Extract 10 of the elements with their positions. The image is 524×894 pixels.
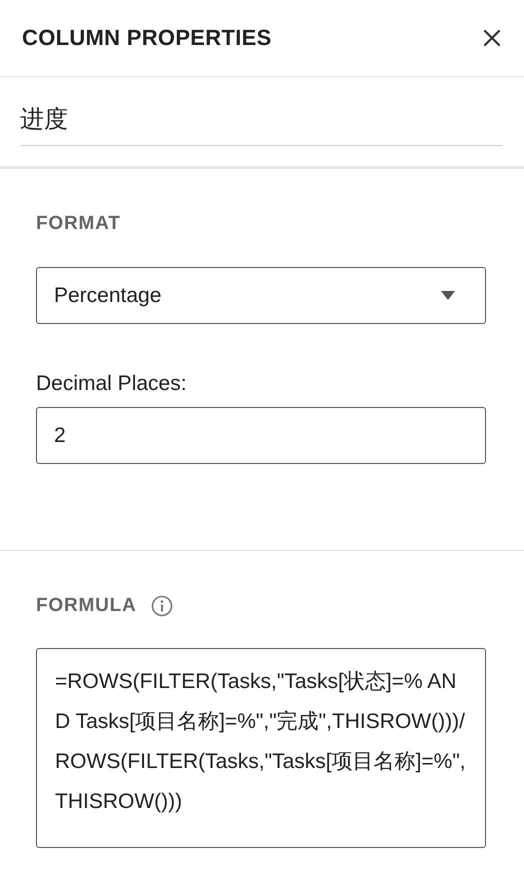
formula-field[interactable]: =ROWS(FILTER(Tasks,"Tasks[状态]=% AND Tasks[项目名称]=%","完成",THISROW()))/ROWS(FILTER(Tasks,"Tasks[项目名称]=%",THISROW())) [36, 648, 486, 848]
format-label: FORMAT [36, 213, 122, 235]
caret-icon [441, 291, 455, 300]
info-icon[interactable] [150, 595, 173, 617]
panel-title: COLUMN PROPERTIES [22, 25, 272, 51]
decimal-places-label: Decimal Places: [36, 372, 188, 396]
close-icon[interactable] [483, 29, 501, 47]
format-dropdown[interactable]: Percentage [36, 267, 486, 324]
decimal-places-field[interactable]: 2 [36, 407, 486, 464]
formula-label: FORMULA [36, 595, 137, 617]
